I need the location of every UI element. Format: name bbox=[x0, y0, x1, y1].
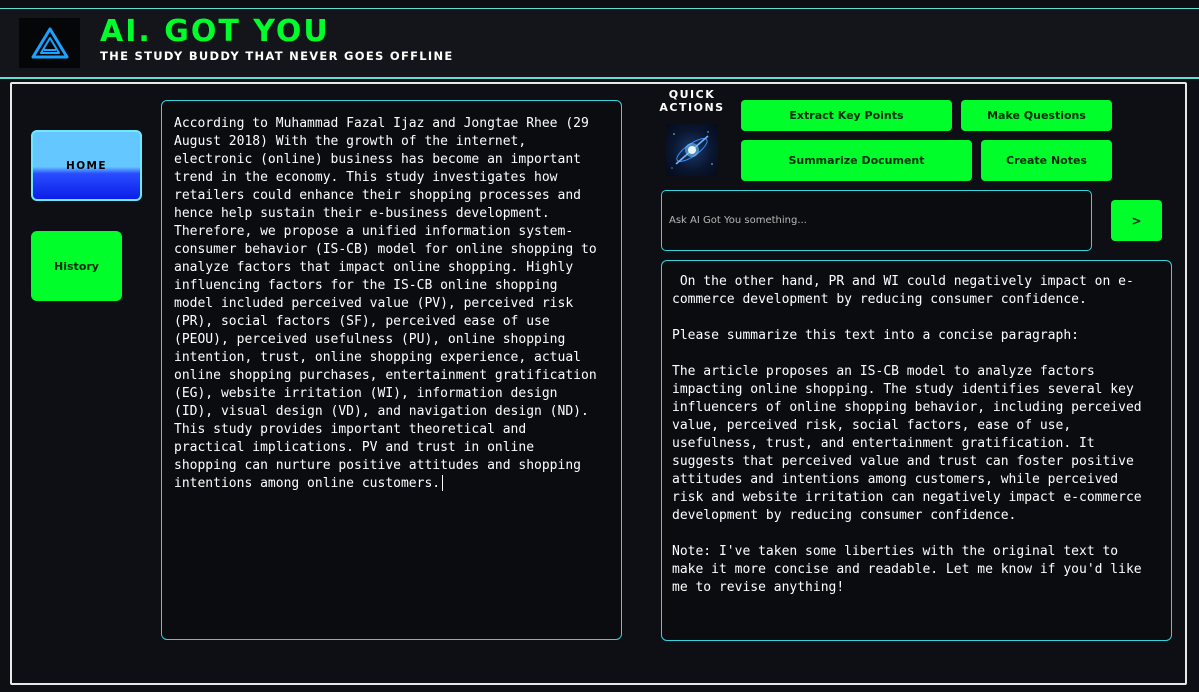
sidebar-item-label: History bbox=[54, 259, 99, 273]
extract-key-points-button[interactable]: Extract Key Points bbox=[741, 100, 952, 131]
sidebar-item-history[interactable]: History bbox=[31, 231, 122, 301]
response-text: On the other hand, PR and WI could negat… bbox=[672, 274, 1142, 595]
sidebar-item-label: HOME bbox=[66, 159, 107, 172]
sidebar-item-home[interactable]: HOME bbox=[31, 130, 142, 201]
make-questions-button[interactable]: Make Questions bbox=[961, 100, 1112, 131]
app-title: AI. GOT YOU bbox=[100, 14, 330, 49]
response-text-area[interactable]: On the other hand, PR and WI could negat… bbox=[661, 260, 1172, 641]
document-text: According to Muhammad Fazal Ijaz and Jon… bbox=[174, 116, 597, 491]
a-logo-icon bbox=[19, 18, 80, 68]
ai-orb-icon bbox=[666, 124, 718, 176]
summarize-document-button[interactable]: Summarize Document bbox=[741, 140, 972, 181]
app-tagline: THE STUDY BUDDY THAT NEVER GOES OFFLINE bbox=[100, 49, 454, 63]
text-cursor bbox=[442, 475, 444, 491]
send-button[interactable]: > bbox=[1111, 200, 1162, 241]
quick-actions-label: QUICK ACTIONS bbox=[659, 88, 725, 114]
ask-input[interactable] bbox=[661, 190, 1092, 251]
header-bottom-rule bbox=[0, 77, 1199, 79]
create-notes-button[interactable]: Create Notes bbox=[981, 140, 1112, 181]
document-text-area[interactable]: According to Muhammad Fazal Ijaz and Jon… bbox=[161, 100, 622, 640]
